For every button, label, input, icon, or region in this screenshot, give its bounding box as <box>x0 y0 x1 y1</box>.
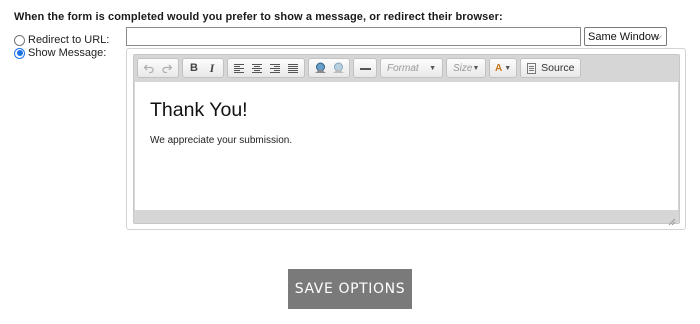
source-icon <box>527 62 537 74</box>
format-dropdown[interactable]: Format ▼ <box>383 60 440 76</box>
redo-icon[interactable] <box>158 60 176 76</box>
justify-icon[interactable] <box>284 60 302 76</box>
italic-button[interactable]: I <box>203 60 221 76</box>
basic-style-group: B I <box>182 58 224 78</box>
rich-text-editor: B I Format ▼ Size ▼ A ▼ Source Thank You… <box>133 54 680 226</box>
resize-handle-icon[interactable] <box>668 213 676 226</box>
source-label: Source <box>541 62 575 74</box>
format-label: Format <box>387 62 419 74</box>
alignment-group <box>227 58 305 78</box>
save-options-button[interactable]: SAVE OPTIONS <box>288 269 412 309</box>
unlink-icon[interactable] <box>329 60 347 76</box>
message-heading: Thank You! <box>150 99 248 121</box>
editor-toolbar: B I Format ▼ Size ▼ A ▼ Source <box>134 55 679 81</box>
rule-group <box>353 58 377 78</box>
undo-icon[interactable] <box>140 60 158 76</box>
align-center-icon[interactable] <box>248 60 266 76</box>
bold-button[interactable]: B <box>185 60 203 76</box>
text-color-button[interactable]: A ▼ <box>492 63 514 74</box>
editor-content-area[interactable]: Thank You! We appreciate your submission… <box>135 82 678 210</box>
format-combo[interactable]: Format ▼ <box>380 58 443 78</box>
history-group <box>137 58 179 78</box>
message-body: We appreciate your submission. <box>150 135 293 146</box>
size-label: Size <box>453 62 473 74</box>
chevron-down-icon: ▼ <box>472 64 480 72</box>
window-target-select[interactable]: Same Window ⌵ <box>584 27 667 46</box>
source-button[interactable]: Source <box>523 62 578 74</box>
redirect-url-input[interactable] <box>126 27 581 46</box>
chevron-down-icon: ⌵ <box>655 31 662 41</box>
color-group: A ▼ <box>489 58 518 78</box>
redirect-option[interactable]: Redirect to URL: <box>14 34 109 46</box>
question-label: When the form is completed would you pre… <box>14 11 503 23</box>
window-target-value: Same Window <box>588 30 659 43</box>
redirect-label: Redirect to URL: <box>28 34 110 46</box>
chevron-down-icon: ▼ <box>504 64 512 72</box>
chevron-down-icon: ▼ <box>429 64 436 72</box>
align-left-icon[interactable] <box>230 60 248 76</box>
link-icon[interactable] <box>311 60 329 76</box>
show-message-option[interactable]: Show Message: <box>14 47 106 59</box>
align-right-icon[interactable] <box>266 60 284 76</box>
link-group <box>308 58 350 78</box>
text-color-icon: A <box>495 62 503 74</box>
source-group: Source <box>520 58 582 78</box>
show-message-label: Show Message: <box>28 47 107 59</box>
horizontal-rule-icon[interactable] <box>356 60 374 76</box>
show-message-radio[interactable] <box>14 47 25 59</box>
message-editor-panel: B I Format ▼ Size ▼ A ▼ Source Thank You… <box>126 48 686 230</box>
size-combo[interactable]: Size ▼ <box>446 58 486 78</box>
redirect-radio[interactable] <box>14 34 25 46</box>
size-dropdown[interactable]: Size ▼ <box>449 60 483 76</box>
